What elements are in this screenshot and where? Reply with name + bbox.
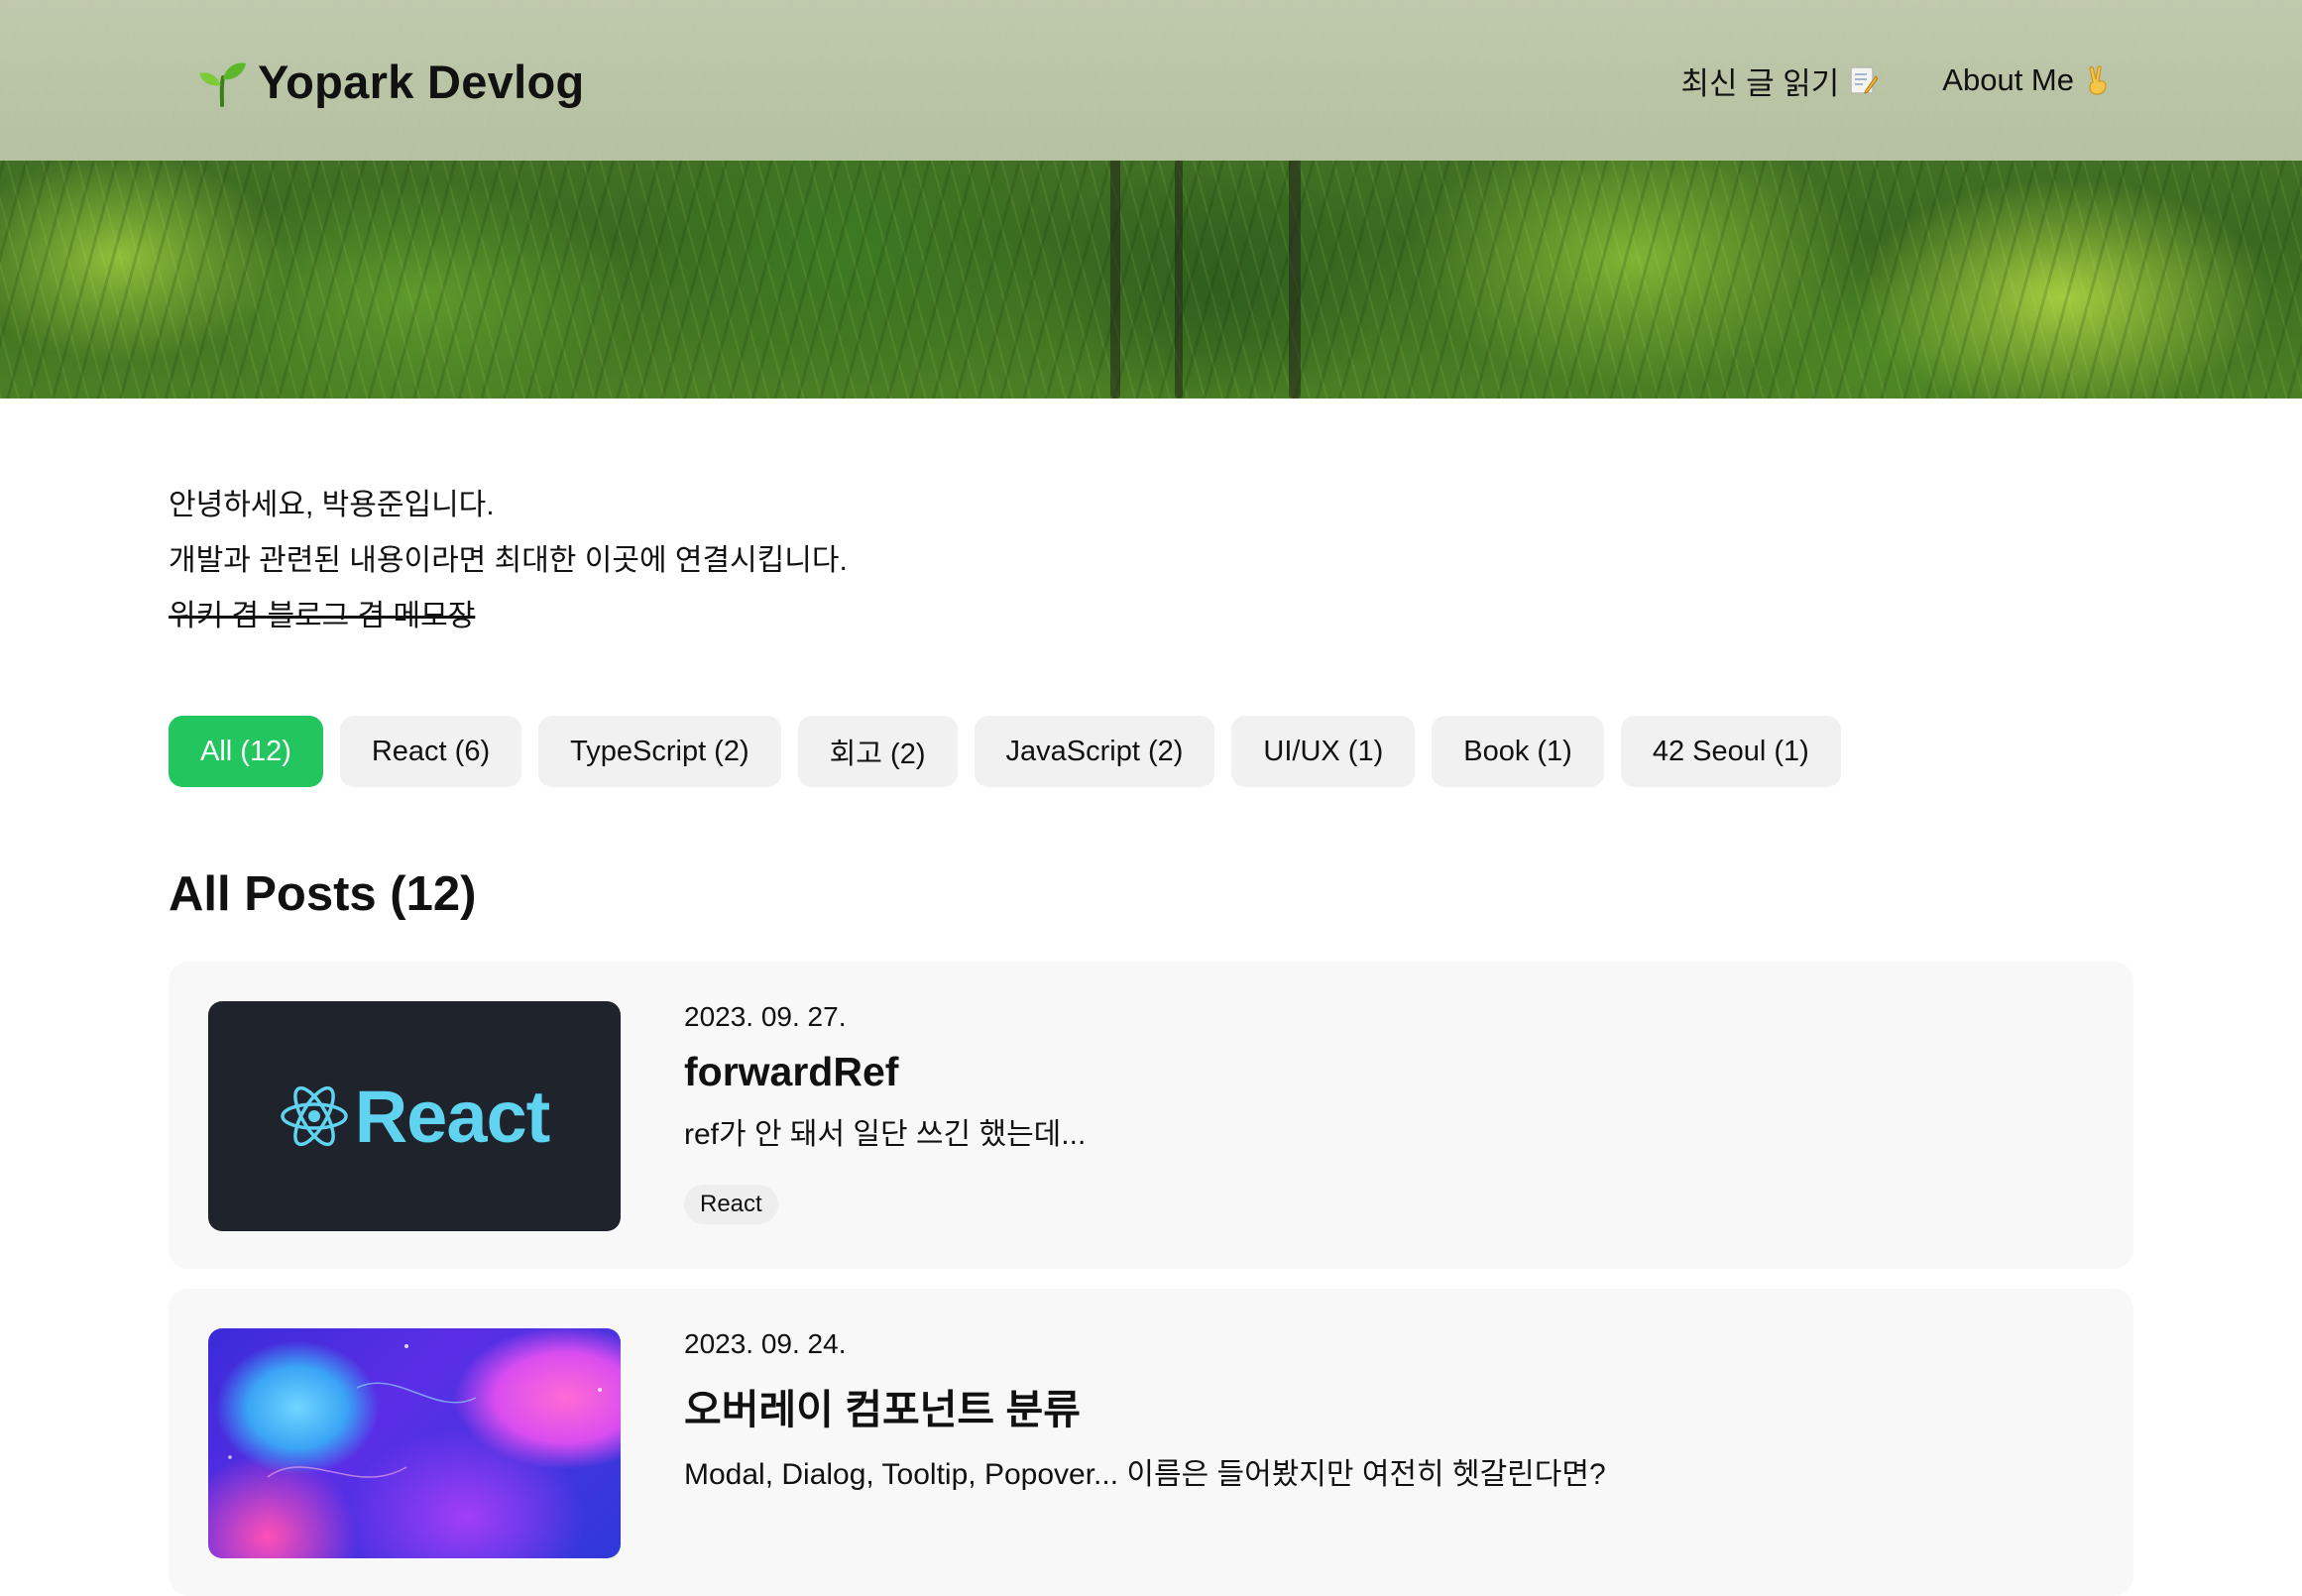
category-chip-javascript[interactable]: JavaScript (2) <box>974 716 1215 787</box>
abstract-sparkles-icon <box>228 1344 602 1478</box>
post-card[interactable]: React 2023. 09. 27. forwardRef ref가 안 돼서… <box>169 962 2133 1269</box>
category-chip-uiux[interactable]: UI/UX (1) <box>1231 716 1416 787</box>
post-thumbnail[interactable] <box>208 1328 621 1558</box>
category-chip-book[interactable]: Book (1) <box>1432 716 1604 787</box>
post-date: 2023. 09. 24. <box>684 1328 847 1359</box>
post-description: Modal, Dialog, Tooltip, Popover... 이름은 들… <box>684 1458 1606 1491</box>
category-chip-all[interactable]: All (12) <box>169 716 323 787</box>
intro-text: 안녕하세요, 박용준입니다. 개발과 관련된 내용이라면 최대한 이곳에 연결시… <box>169 478 848 644</box>
site-logo-link[interactable]: Yopark Devlog <box>196 52 585 111</box>
post-card[interactable]: 2023. 09. 24. 오버레이 컴포넌트 분류 Modal, Dialog… <box>169 1289 2133 1596</box>
post-thumbnail[interactable]: React <box>208 1001 621 1231</box>
nav-about-me[interactable]: About Me <box>1942 62 2114 98</box>
tree-trunk <box>1175 159 1183 399</box>
post-title-link[interactable]: 오버레이 컴포넌트 분류 <box>684 1376 1606 1435</box>
victory-hand-icon <box>2089 65 2107 95</box>
nav-about-me-label: About Me <box>1942 62 2074 97</box>
post-tag[interactable]: React <box>684 1185 778 1224</box>
category-chip-42seoul[interactable]: 42 Seoul (1) <box>1620 716 1841 787</box>
hero-banner: Yopark Devlog 최신 글 읽기 About Me <box>0 0 2302 399</box>
category-chip-typescript[interactable]: TypeScript (2) <box>538 716 781 787</box>
post-title-link[interactable]: forwardRef <box>684 1049 1086 1095</box>
nav-latest-posts[interactable]: 최신 글 읽기 <box>1680 58 1879 103</box>
tree-trunk <box>1110 159 1120 399</box>
category-chip-retrospective[interactable]: 회고 (2) <box>797 716 958 787</box>
memo-icon <box>1850 66 1879 94</box>
category-filter: All (12) React (6) TypeScript (2) 회고 (2)… <box>169 716 1841 787</box>
sprout-icon <box>199 62 246 107</box>
category-chip-react[interactable]: React (6) <box>339 716 522 787</box>
intro-description: 개발과 관련된 내용이라면 최대한 이곳에 연결시킵니다. <box>169 544 848 577</box>
intro-strikethrough: 위키 겸 블로그 겸 메모장 <box>169 600 476 632</box>
posts-section-title: All Posts (12) <box>169 867 477 921</box>
thumbnail-react-text: React <box>354 1075 551 1158</box>
post-description: ref가 안 돼서 일단 쓰긴 했는데... <box>684 1118 1087 1151</box>
post-meta: 2023. 09. 27. forwardRef ref가 안 돼서 일단 쓰긴… <box>684 1001 1086 1224</box>
main-nav: 최신 글 읽기 About Me <box>1617 56 2114 105</box>
post-meta: 2023. 09. 24. 오버레이 컴포넌트 분류 Modal, Dialog… <box>684 1328 1606 1493</box>
site-header: Yopark Devlog 최신 글 읽기 About Me <box>0 0 2302 161</box>
post-date: 2023. 09. 27. <box>684 1001 847 1032</box>
nav-latest-posts-label: 최신 글 읽기 <box>1680 65 1840 101</box>
site-title: Yopark Devlog <box>258 55 585 108</box>
tree-trunk <box>1289 159 1301 399</box>
react-logo-icon <box>280 1085 348 1147</box>
intro-greeting: 안녕하세요, 박용준입니다. <box>169 489 495 521</box>
